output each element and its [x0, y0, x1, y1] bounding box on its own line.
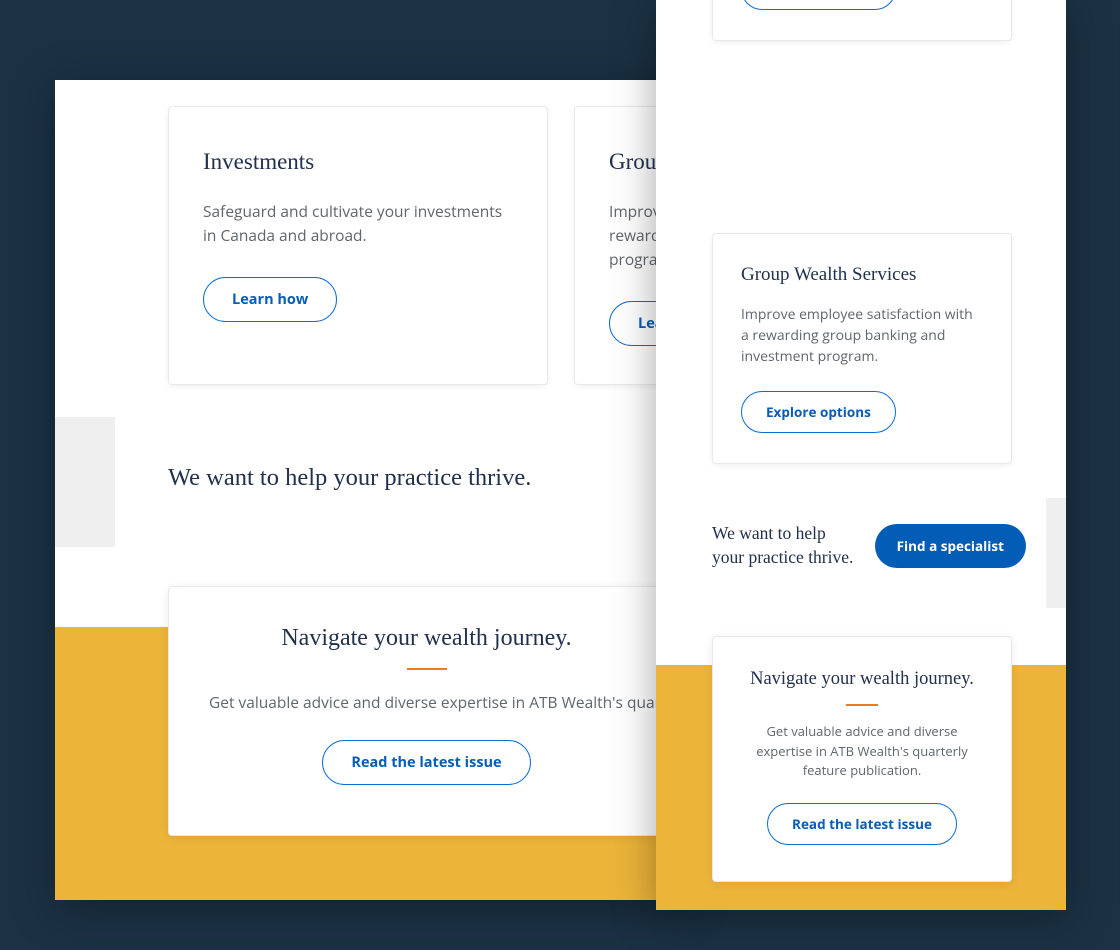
learn-how-button[interactable]: Learn how: [203, 277, 337, 322]
card-group-wealth-services: Group Wealth Services Improve employee s…: [712, 233, 1012, 464]
journey-body: Get valuable advice and diverse expertis…: [209, 690, 644, 714]
card-body: Safeguard and cultivate your investments…: [203, 199, 513, 247]
card-body: Improve employee satisfaction with a rew…: [741, 304, 983, 367]
find-a-specialist-button[interactable]: Find a specialist: [875, 524, 1026, 568]
mobile-accent-block-right: [1046, 498, 1066, 608]
read-latest-issue-button[interactable]: Read the latest issue: [767, 803, 957, 845]
tagline-heading: We want to help your practice thrive.: [168, 464, 531, 492]
divider-line: [407, 668, 447, 670]
journey-title: Navigate your wealth journey.: [737, 669, 987, 690]
wealth-journey-card: Navigate your wealth journey. Get valuab…: [168, 586, 685, 836]
divider-line: [846, 704, 878, 706]
tagline-heading: We want to help your practice thrive.: [712, 522, 861, 569]
card-investments: Investments Safeguard and cultivate your…: [168, 106, 548, 385]
mobile-viewport: Plan the transfer of your wealth to chil…: [656, 0, 1066, 910]
card-title: Group Wealth Services: [741, 264, 983, 286]
card-title: Investments: [203, 149, 513, 175]
tagline-row: We want to help your practice thrive. Fi…: [712, 522, 1026, 569]
card-wealth-transfer: Plan the transfer of your wealth to chil…: [712, 0, 1012, 41]
wealth-journey-card: Navigate your wealth journey. Get valuab…: [712, 636, 1012, 882]
explore-options-button[interactable]: Explore options: [741, 0, 896, 10]
explore-options-button[interactable]: Explore options: [741, 391, 896, 433]
journey-title: Navigate your wealth journey.: [209, 625, 644, 652]
desktop-card-row: Investments Safeguard and cultivate your…: [168, 106, 685, 385]
journey-body: Get valuable advice and diverse expertis…: [737, 722, 987, 781]
desktop-viewport: Investments Safeguard and cultivate your…: [55, 80, 685, 900]
desktop-accent-block-left: [55, 417, 115, 547]
read-latest-issue-button[interactable]: Read the latest issue: [322, 740, 530, 785]
